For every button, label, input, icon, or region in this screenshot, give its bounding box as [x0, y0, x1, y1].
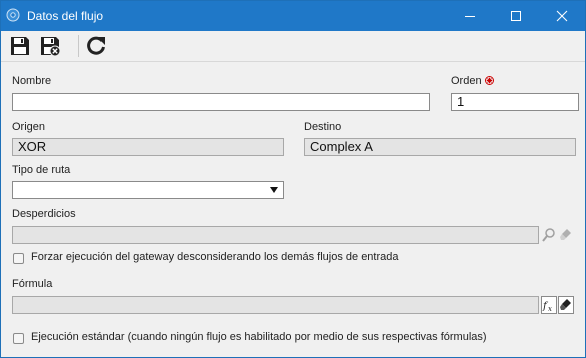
formula-label: Fórmula — [12, 278, 53, 290]
function-icon: fx — [542, 301, 552, 313]
refresh-button[interactable] — [85, 35, 107, 57]
forzar-checkbox-label: Forzar ejecución del gateway desconsider… — [31, 251, 399, 263]
orden-input[interactable]: 1 — [451, 93, 579, 111]
app-gear-icon — [6, 8, 20, 22]
nombre-input[interactable] — [12, 93, 430, 111]
formula-editor-button[interactable]: fx — [541, 296, 557, 314]
window-title: Datos del flujo — [27, 9, 104, 23]
origen-label: Origen — [12, 121, 46, 133]
svg-text:x: x — [548, 305, 552, 313]
orden-label-wrap: Orden — [451, 75, 494, 87]
tipo-ruta-select[interactable] — [12, 181, 284, 199]
dialog-window: Datos del flujo Nombre Orden 1 Origen XO… — [0, 0, 586, 358]
maximize-icon — [511, 11, 521, 21]
formula-clear-button[interactable] — [558, 296, 574, 314]
title-bar: Datos del flujo — [1, 1, 585, 31]
ejecucion-checkbox[interactable] — [13, 333, 24, 344]
close-button[interactable] — [539, 1, 585, 31]
desperdicios-label: Desperdicios — [12, 208, 76, 220]
forzar-checkbox[interactable] — [13, 253, 24, 264]
save-and-close-button[interactable] — [39, 35, 61, 57]
ejecucion-checkbox-label: Ejecución estándar (cuando ningún flujo … — [31, 331, 487, 343]
eraser-icon — [560, 229, 571, 240]
origen-field: XOR — [12, 138, 284, 156]
desperdicios-field — [12, 226, 539, 244]
maximize-button[interactable] — [493, 1, 539, 31]
search-icon — [542, 228, 555, 242]
destino-label: Destino — [304, 121, 342, 133]
desperdicios-clear-button[interactable] — [558, 226, 574, 244]
toolbar — [1, 31, 585, 62]
orden-label: Orden — [451, 75, 482, 87]
minimize-button[interactable] — [447, 1, 493, 31]
desperdicios-search-button[interactable] — [541, 226, 557, 244]
refresh-icon — [87, 36, 105, 55]
save-icon — [11, 37, 29, 55]
close-icon — [556, 10, 568, 22]
dropdown-arrow-icon — [270, 187, 278, 193]
save-button[interactable] — [9, 35, 31, 57]
toolbar-separator — [78, 35, 79, 57]
required-icon — [484, 76, 494, 85]
tipo-ruta-label: Tipo de ruta — [12, 164, 71, 176]
nombre-label: Nombre — [12, 75, 52, 87]
eraser-icon — [560, 299, 571, 310]
formula-field — [12, 296, 539, 314]
save-close-icon — [41, 37, 61, 57]
destino-field: Complex A — [304, 138, 576, 156]
minimize-icon — [465, 16, 475, 17]
